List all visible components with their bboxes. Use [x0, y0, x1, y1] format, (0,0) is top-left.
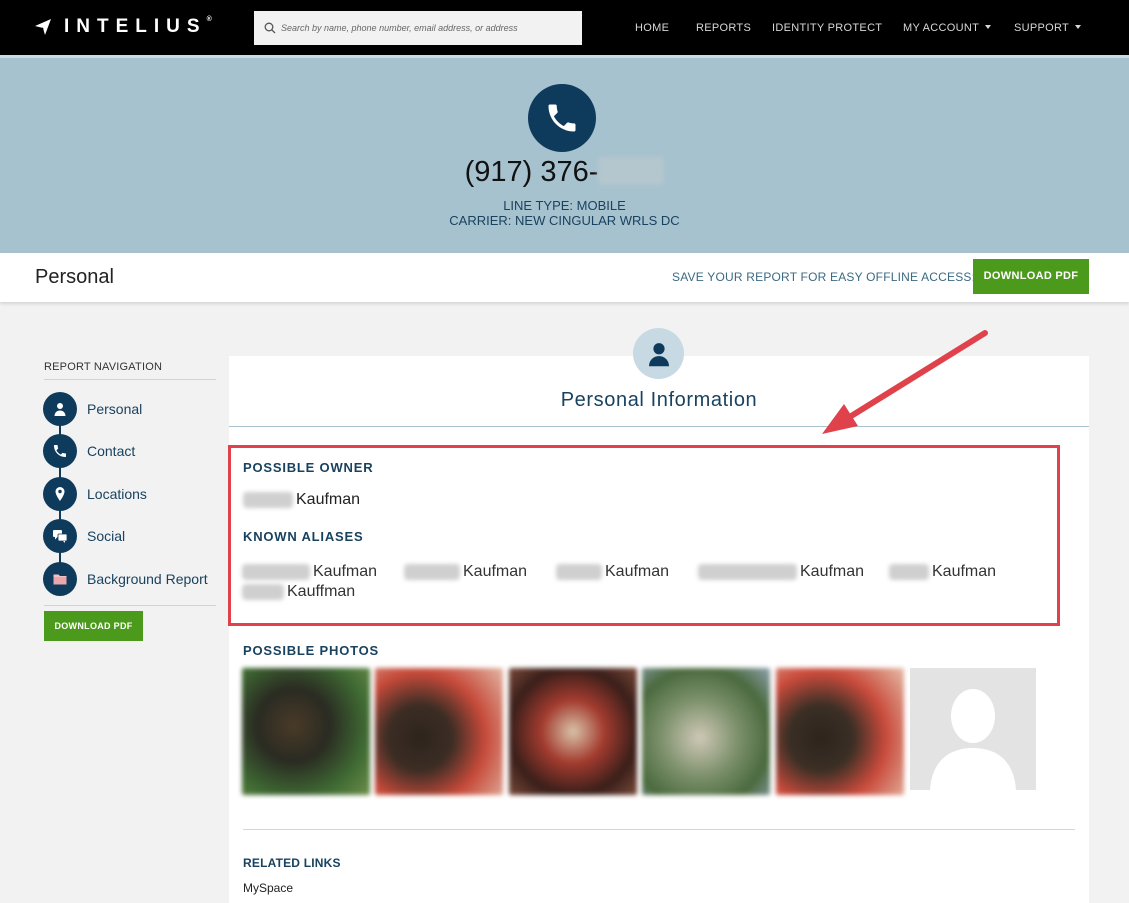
divider: [44, 605, 216, 606]
logo-mark-icon: [35, 19, 51, 35]
line-type: LINE TYPE: MOBILE: [503, 198, 626, 213]
chevron-down-icon: [985, 25, 992, 29]
sidebar-item-label: Locations: [87, 486, 147, 502]
nav-support[interactable]: SUPPORT: [1014, 22, 1082, 34]
phone-number: (917) 376-: [0, 156, 1129, 189]
phone-icon: [528, 84, 596, 152]
sidebar-item-label: Background Report: [87, 571, 208, 587]
person-icon: [43, 392, 77, 426]
download-pdf-button[interactable]: DOWNLOAD PDF: [973, 259, 1089, 294]
avatar-placeholder[interactable]: [910, 668, 1036, 790]
divider: [44, 379, 216, 380]
section-title: Personal: [35, 266, 114, 288]
search-box[interactable]: [254, 11, 582, 45]
chat-bubbles-icon: [43, 519, 77, 553]
top-navbar: INTELIUS® HOME REPORTS IDENTITY PROTECT …: [0, 0, 1129, 55]
brand-name: INTELIUS®: [64, 16, 212, 37]
related-links-label: RELATED LINKS: [243, 856, 341, 870]
report-navigation-heading: REPORT NAVIGATION: [44, 361, 163, 373]
map-pin-icon: [43, 477, 77, 511]
person-silhouette-icon: [930, 689, 1016, 790]
nav-home[interactable]: HOME: [635, 22, 669, 34]
save-report-text: SAVE YOUR REPORT FOR EASY OFFLINE ACCESS…: [672, 270, 976, 284]
sidebar-item-background-report[interactable]: Background Report: [43, 562, 208, 596]
section-header-bar: Personal SAVE YOUR REPORT FOR EASY OFFLI…: [0, 253, 1129, 302]
phone-hero: (917) 376- LINE TYPE: MOBILE CARRIER: NE…: [0, 55, 1129, 253]
nav-reports[interactable]: REPORTS: [696, 22, 751, 34]
highlight-annotation-box: [228, 445, 1060, 626]
search-icon: [264, 22, 276, 34]
possible-photo[interactable]: [776, 668, 904, 795]
sidebar-item-label: Social: [87, 528, 126, 544]
sidebar-item-locations[interactable]: Locations: [43, 477, 147, 511]
nav-identity-protect[interactable]: IDENTITY PROTECT: [772, 22, 882, 34]
phone-icon: [43, 434, 77, 468]
person-icon: [633, 328, 684, 379]
personal-information-title: Personal Information: [560, 389, 758, 411]
divider: [243, 829, 1075, 830]
sidebar-item-personal[interactable]: Personal: [43, 392, 142, 426]
intelius-logo[interactable]: INTELIUS®: [34, 16, 212, 38]
related-link-myspace[interactable]: MySpace: [243, 881, 293, 895]
redacted-digits: [598, 157, 665, 185]
chevron-down-icon: [1075, 25, 1082, 29]
nav-my-account[interactable]: MY ACCOUNT: [903, 22, 992, 34]
search-input[interactable]: [281, 23, 571, 33]
sidebar-item-social[interactable]: Social: [43, 519, 125, 553]
possible-photo[interactable]: [375, 668, 503, 795]
possible-photo[interactable]: [242, 668, 370, 795]
carrier: CARRIER: NEW CINGULAR WRLS DC: [449, 213, 680, 228]
sidebar-download-pdf-button[interactable]: DOWNLOAD PDF: [44, 611, 143, 641]
personal-info-card: [229, 356, 1089, 903]
sidebar-item-label: Personal: [87, 401, 143, 417]
folder-icon: [43, 562, 77, 596]
possible-photos-label: POSSIBLE PHOTOS: [243, 643, 380, 658]
possible-photo[interactable]: [509, 668, 637, 795]
divider: [229, 426, 1089, 427]
possible-photo[interactable]: [642, 668, 770, 795]
sidebar-item-contact[interactable]: Contact: [43, 434, 135, 468]
sidebar-item-label: Contact: [87, 443, 136, 459]
